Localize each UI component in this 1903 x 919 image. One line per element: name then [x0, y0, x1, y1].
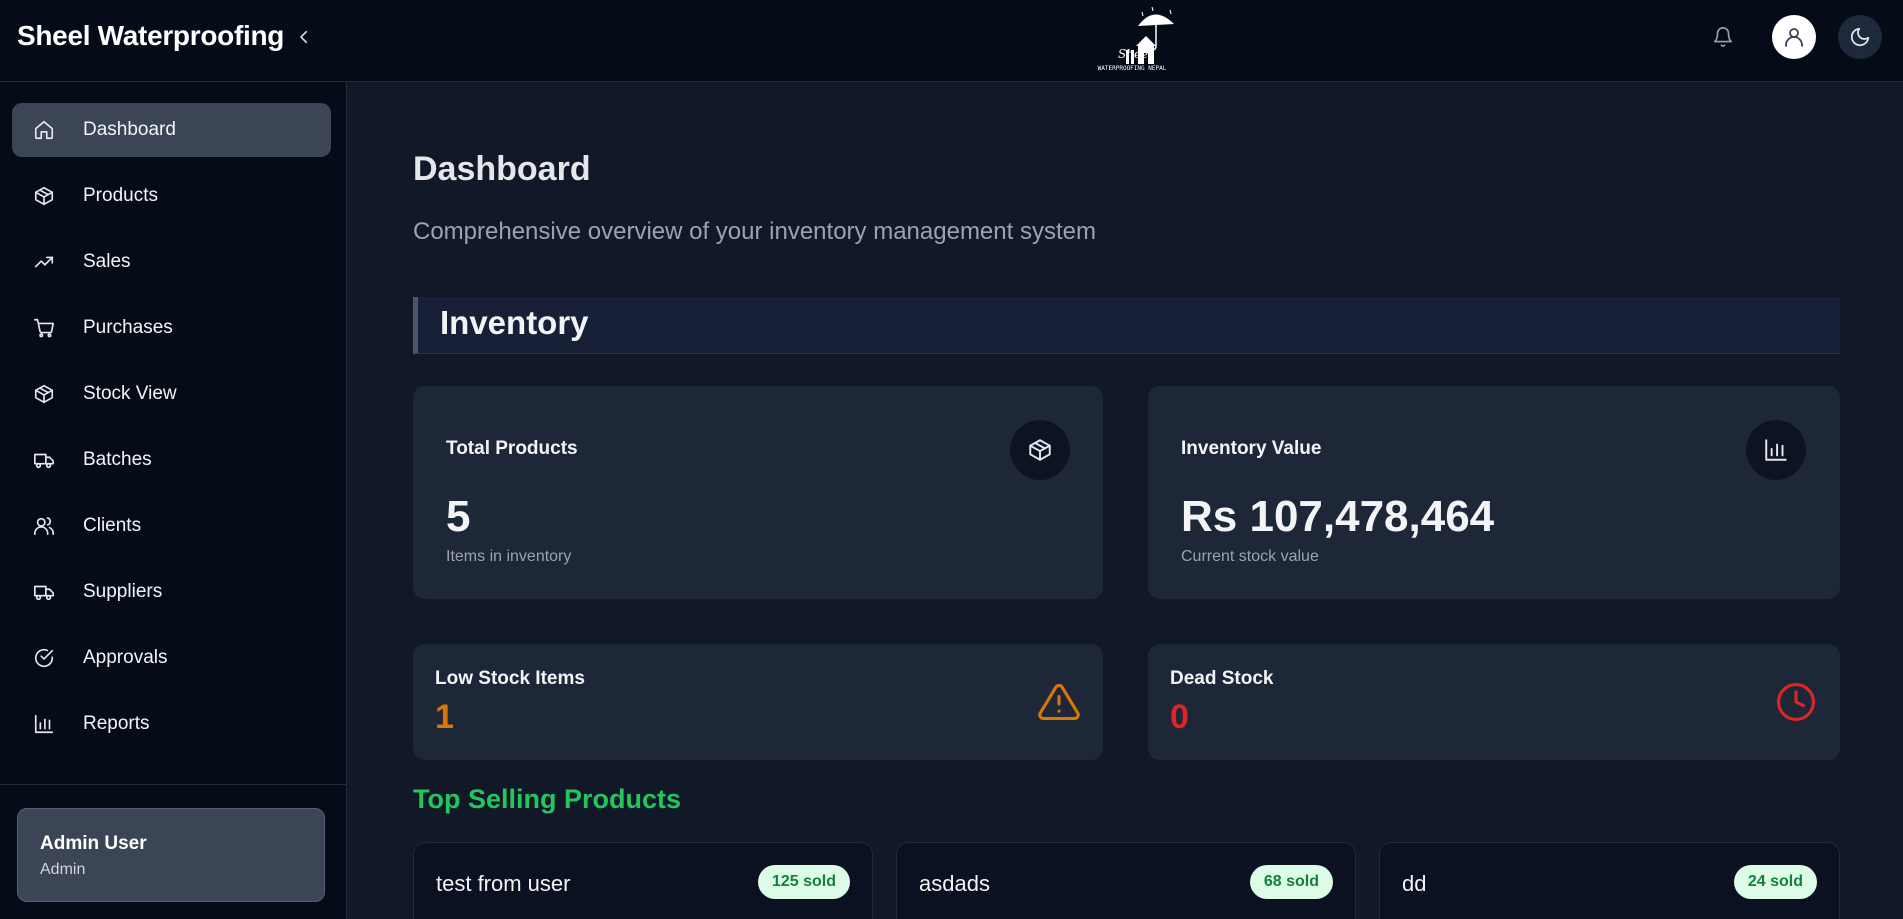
sidebar-item-clients[interactable]: Clients — [12, 499, 331, 553]
sidebar-item-approvals[interactable]: Approvals — [12, 631, 331, 685]
sidebar-item-dashboard[interactable]: Dashboard — [12, 103, 331, 157]
home-icon — [32, 118, 56, 142]
sidebar-item-batches[interactable]: Batches — [12, 433, 331, 487]
user-name: Admin User — [40, 833, 147, 854]
top-product-card[interactable]: dd 24 sold — [1379, 842, 1840, 919]
product-name: asdads — [919, 871, 990, 896]
logo-bottom-text: WATERPROOFING NEPAL — [1098, 65, 1167, 72]
truck-icon — [32, 580, 56, 604]
page-title: Dashboard — [413, 150, 591, 188]
top-product-card[interactable]: asdads 68 sold — [896, 842, 1356, 919]
card-value: Rs 107,478,464 — [1181, 492, 1495, 541]
sidebar-item-label: Products — [83, 185, 158, 206]
card-label: Dead Stock — [1170, 668, 1274, 689]
card-label: Low Stock Items — [435, 668, 585, 689]
users-icon — [32, 514, 56, 538]
sidebar: Dashboard Products Sales Purchases Stock… — [0, 82, 347, 919]
brand-title: Sheel Waterproofing — [17, 20, 285, 51]
collapse-sidebar-button[interactable] — [292, 25, 316, 49]
chevron-left-icon — [300, 30, 308, 44]
top-product-card[interactable]: test from user 125 sold — [413, 842, 873, 919]
sidebar-item-label: Purchases — [83, 317, 173, 338]
card-caption: Current stock value — [1181, 548, 1319, 565]
user-role: Admin — [40, 861, 86, 878]
low-stock-card[interactable]: Low Stock Items 1 — [413, 644, 1103, 760]
warning-icon — [1037, 680, 1081, 729]
sidebar-item-label: Suppliers — [83, 581, 163, 602]
inventory-value-card: Inventory Value Rs 107,478,464 Current s… — [1148, 386, 1840, 599]
sidebar-divider — [0, 784, 347, 785]
sidebar-item-stock-view[interactable]: Stock View — [12, 367, 331, 421]
sidebar-item-label: Approvals — [83, 647, 168, 668]
clock-icon — [1774, 680, 1818, 729]
sidebar-item-sales[interactable]: Sales — [12, 235, 331, 289]
sidebar-item-purchases[interactable]: Purchases — [12, 301, 331, 355]
dead-stock-card[interactable]: Dead Stock 0 — [1148, 644, 1840, 760]
card-label: Inventory Value — [1181, 438, 1322, 459]
box-icon — [32, 382, 56, 406]
user-menu-button[interactable] — [1772, 15, 1816, 59]
notifications-button[interactable] — [1710, 24, 1736, 50]
sidebar-item-suppliers[interactable]: Suppliers — [12, 565, 331, 619]
bar-chart-icon — [1746, 420, 1806, 480]
theme-toggle-button[interactable] — [1838, 15, 1882, 59]
sidebar-item-label: Sales — [83, 251, 131, 272]
card-caption: Items in inventory — [446, 548, 572, 565]
main-content: Dashboard Comprehensive overview of your… — [348, 82, 1903, 919]
box-icon — [1010, 420, 1070, 480]
sidebar-item-label: Reports — [83, 713, 150, 734]
sold-badge: 125 sold — [757, 865, 850, 899]
product-name: dd — [1402, 871, 1427, 896]
card-label: Total Products — [446, 438, 578, 459]
trending-up-icon — [32, 250, 56, 274]
sidebar-item-reports[interactable]: Reports — [12, 697, 331, 751]
logo-top-text: Sheel — [1118, 47, 1152, 61]
truck-icon — [32, 448, 56, 472]
top-selling-title: Top Selling Products — [413, 784, 682, 814]
bar-chart-icon — [32, 712, 56, 736]
inventory-section-header: Inventory — [413, 297, 1840, 354]
sidebar-item-label: Dashboard — [83, 119, 176, 140]
top-bar: Sheel Waterproofing Sheel WATERPROOFING … — [0, 0, 1903, 82]
page-subtitle: Comprehensive overview of your inventory… — [413, 218, 1096, 245]
card-value: 0 — [1170, 698, 1189, 736]
sold-badge: 24 sold — [1733, 865, 1817, 899]
box-icon — [32, 184, 56, 208]
product-name: test from user — [436, 871, 571, 896]
sold-badge: 68 sold — [1249, 865, 1333, 899]
cart-icon — [32, 316, 56, 340]
sidebar-item-label: Clients — [83, 515, 142, 536]
check-circle-icon — [32, 646, 56, 670]
company-logo: Sheel WATERPROOFING NEPAL — [1082, 4, 1182, 72]
user-profile-card[interactable]: Admin User Admin — [17, 808, 325, 902]
bell-icon — [1713, 27, 1733, 47]
section-title: Inventory — [440, 304, 589, 341]
card-value: 5 — [446, 492, 471, 541]
moon-icon — [1850, 27, 1870, 47]
sidebar-item-label: Stock View — [83, 383, 177, 404]
user-icon — [1785, 28, 1803, 47]
total-products-card: Total Products 5 Items in inventory — [413, 386, 1103, 599]
sidebar-item-products[interactable]: Products — [12, 169, 331, 223]
card-value: 1 — [435, 698, 454, 736]
sidebar-item-label: Batches — [83, 449, 152, 470]
